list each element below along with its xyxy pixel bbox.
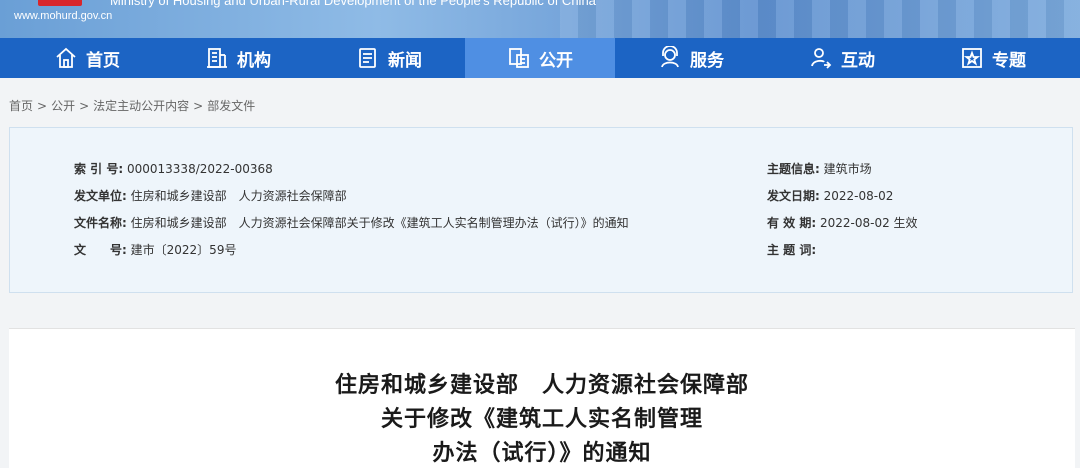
- meta-issuer: 发文单位: 住房和城乡建设部 人力资源社会保障部: [74, 187, 347, 204]
- article-title-line-2: 关于修改《建筑工人实名制管理: [380, 407, 703, 432]
- breadcrumb-open[interactable]: 公开: [51, 99, 75, 113]
- meta-key: 文件名称:: [74, 216, 127, 230]
- meta-value: 2022-08-02 生效: [819, 216, 918, 230]
- interaction-icon: [811, 48, 832, 69]
- nav-item-service[interactable]: 服务: [616, 38, 766, 78]
- breadcrumb: 首页 > 公开 > 法定主动公开内容 > 部发文件: [9, 97, 255, 114]
- meta-document-number: 文 号: 建市〔2022〕59号: [74, 241, 236, 258]
- breadcrumb-separator: >: [37, 99, 48, 113]
- home-icon: [56, 47, 76, 68]
- nav-label: 首页: [86, 50, 120, 71]
- breadcrumb-home[interactable]: 首页: [9, 99, 33, 113]
- nav-label: 公开: [539, 50, 573, 71]
- article-title-line-1: 住房和城乡建设部 人力资源社会保障部: [334, 373, 749, 398]
- meta-value: 住房和城乡建设部 人力资源社会保障部关于修改《建筑工人实名制管理办法（试行）》的…: [130, 216, 629, 230]
- meta-issue-date: 发文日期: 2022-08-02: [767, 187, 893, 204]
- service-icon: [661, 46, 679, 68]
- news-icon: [359, 48, 376, 68]
- meta-key: 发文单位:: [74, 189, 127, 203]
- meta-key: 主题信息:: [767, 162, 820, 176]
- main-nav: 首页 机构 新闻 公开 服务 互动 专题: [0, 38, 1080, 78]
- meta-key: 索 引 号:: [74, 162, 124, 176]
- nav-label: 互动: [841, 50, 875, 71]
- nav-item-institution[interactable]: 机构: [163, 38, 313, 78]
- meta-key: 发文日期:: [767, 189, 820, 203]
- site-url[interactable]: www.mohurd.gov.cn: [14, 10, 112, 22]
- nav-item-open[interactable]: 公开: [465, 38, 615, 78]
- building-icon: [207, 48, 227, 68]
- article-title-line-3: 办法（试行）》的通知: [432, 441, 652, 466]
- meta-filename: 文件名称: 住房和城乡建设部 人力资源社会保障部关于修改《建筑工人实名制管理办法…: [74, 214, 629, 231]
- header-banner: Ministry of Housing and Urban-Rural Deve…: [0, 0, 1080, 38]
- meta-index-number: 索 引 号: 000013338/2022-00368: [74, 160, 273, 177]
- ministry-english-name: Ministry of Housing and Urban-Rural Deve…: [110, 0, 596, 8]
- nav-label: 专题: [992, 50, 1026, 71]
- breadcrumb-statutory[interactable]: 法定主动公开内容: [93, 99, 189, 113]
- meta-value: 建筑市场: [823, 162, 872, 176]
- meta-value: 住房和城乡建设部 人力资源社会保障部: [130, 189, 347, 203]
- document-metadata-panel: 索 引 号: 000013338/2022-00368 发文单位: 住房和城乡建…: [9, 127, 1073, 293]
- nav-label: 服务: [690, 50, 724, 71]
- breadcrumb-separator: >: [193, 99, 204, 113]
- nav-item-news[interactable]: 新闻: [314, 38, 464, 78]
- topic-star-icon: [962, 48, 982, 68]
- open-doc-icon: [509, 48, 529, 68]
- meta-validity: 有 效 期: 2022-08-02 生效: [767, 214, 918, 231]
- breadcrumb-separator: >: [79, 99, 90, 113]
- nav-item-home[interactable]: 首页: [12, 38, 162, 78]
- ministry-emblem-icon[interactable]: [38, 0, 82, 6]
- banner-skyline: [560, 0, 1080, 38]
- nav-item-interaction[interactable]: 互动: [767, 38, 917, 78]
- meta-key: 主 题 词:: [767, 243, 817, 257]
- meta-keywords: 主 题 词:: [767, 241, 816, 258]
- meta-topic: 主题信息: 建筑市场: [767, 160, 872, 177]
- breadcrumb-ministry-docs[interactable]: 部发文件: [207, 99, 255, 113]
- meta-value: 2022-08-02: [823, 189, 894, 203]
- meta-value: 000013338/2022-00368: [126, 162, 273, 176]
- article-body: 住房和城乡建设部 人力资源社会保障部 关于修改《建筑工人实名制管理 办法（试行）…: [9, 328, 1075, 468]
- nav-label: 新闻: [388, 50, 422, 71]
- meta-key: 有 效 期:: [767, 216, 817, 230]
- meta-value: 建市〔2022〕59号: [130, 243, 237, 257]
- nav-item-topic[interactable]: 专题: [918, 38, 1068, 78]
- meta-key: 文 号:: [74, 243, 127, 257]
- nav-label: 机构: [237, 50, 271, 71]
